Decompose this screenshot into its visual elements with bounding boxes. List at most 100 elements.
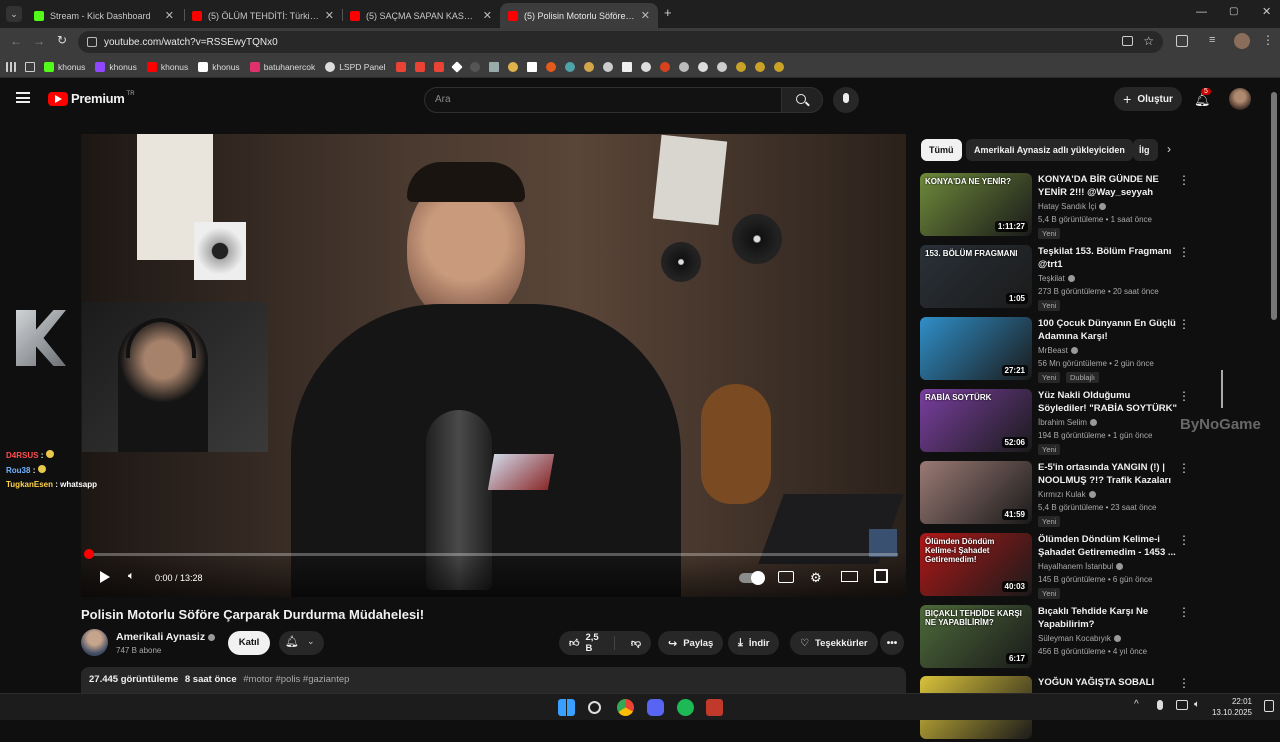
recommendation-channel[interactable]: Hatay Sandık İçi xyxy=(1038,202,1107,211)
bookmark-icon[interactable] xyxy=(640,61,651,72)
settings-gear-icon[interactable]: ⚙︎ xyxy=(810,570,822,586)
gmail-icon[interactable] xyxy=(414,61,425,72)
bookmark-lspd[interactable]: LSPD Panel xyxy=(325,61,386,72)
bookmark-icon[interactable] xyxy=(545,61,556,72)
channel-name[interactable]: Amerikali Aynasiz xyxy=(116,631,216,643)
diamond-icon[interactable] xyxy=(450,60,463,73)
video-thumbnail[interactable]: 27:21 xyxy=(920,317,1032,380)
mic-tray-icon[interactable] xyxy=(1157,700,1163,710)
recommendation-title[interactable]: 100 Çocuk Dünyanın En Güçlü Adamına Karş… xyxy=(1038,317,1178,343)
bookmark-icon[interactable] xyxy=(697,61,708,72)
more-vertical-icon[interactable]: ⋮ xyxy=(1178,245,1190,259)
back-icon[interactable]: ← xyxy=(10,34,22,48)
join-button[interactable]: Katıl xyxy=(228,631,270,655)
browser-tab-polisin[interactable]: (5) Polisin Motorlu Söföre Çarpa ✕ xyxy=(500,3,658,28)
tray-chevron-icon[interactable]: ^ xyxy=(1134,699,1139,710)
video-thumbnail[interactable]: BIÇAKLI TEHDİDE KARŞI NE YAPABİLİRİM? 6:1… xyxy=(920,605,1032,668)
search-button[interactable] xyxy=(781,87,823,113)
autoplay-toggle[interactable] xyxy=(739,571,765,585)
chip-from-uploader[interactable]: Amerikali Aynasiz adlı yükleyiciden xyxy=(966,139,1133,161)
account-avatar[interactable] xyxy=(1229,88,1251,110)
progress-knob[interactable] xyxy=(84,549,94,559)
bookmark-khonus-twitch[interactable]: khonus xyxy=(95,61,137,72)
recommendation-channel[interactable]: Süleyman Kocabıyık xyxy=(1038,634,1121,643)
video-thumbnail[interactable]: RABİA SOYTÜRK 52:06 xyxy=(920,389,1032,452)
recommendation-title[interactable]: Bıçaklı Tehdide Karşı Ne Yapabilirim? xyxy=(1038,605,1178,631)
progress-bar[interactable] xyxy=(84,549,898,559)
bookmark-icon[interactable] xyxy=(754,61,765,72)
profile-avatar[interactable] xyxy=(1234,33,1250,49)
sheet-icon[interactable] xyxy=(488,61,499,72)
spotify-icon[interactable] xyxy=(677,699,694,716)
download-button[interactable]: ⤓ İndir xyxy=(728,631,780,655)
system-clock[interactable]: 22:01 13.10.2025 xyxy=(1212,696,1252,718)
bookmark-khonus-kick[interactable]: khonus xyxy=(44,61,85,72)
bookmark-icon[interactable] xyxy=(583,61,594,72)
bookmark-khonus-youtube[interactable]: khonus xyxy=(146,61,188,72)
gmail-icon[interactable] xyxy=(395,61,406,72)
recommendation-title[interactable]: Teşkilat 153. Bölüm Fragmanı @trt1 xyxy=(1038,245,1178,271)
volume-icon[interactable]: 🔈︎ xyxy=(128,570,135,583)
notification-center-icon[interactable] xyxy=(1264,700,1274,712)
subtitles-icon[interactable] xyxy=(778,571,794,583)
search-input[interactable]: Ara xyxy=(424,87,782,113)
close-icon[interactable]: ✕ xyxy=(483,9,492,22)
tab-search-button[interactable]: ⌄ xyxy=(6,6,22,22)
sidebar-scrollbar[interactable] xyxy=(1221,370,1223,408)
close-icon[interactable]: ✕ xyxy=(325,9,334,22)
browser-tab-olum[interactable]: (5) ÖLÜM TEHDİTİ: Türkiye'de Y ✕ xyxy=(184,3,342,28)
recommendation-title[interactable]: Yüz Nakli Olduğumu Söylediler! "RABİA SO… xyxy=(1038,389,1178,416)
video-thumbnail[interactable]: 41:59 xyxy=(920,461,1032,524)
thanks-button[interactable]: ♡ Teşekkürler xyxy=(790,631,878,655)
recommendation-title[interactable]: KONYA'DA BİR GÜNDE NE YENİR 2!!! @Way_se… xyxy=(1038,173,1178,199)
install-icon[interactable] xyxy=(1122,36,1133,46)
close-icon[interactable]: ✕ xyxy=(165,9,174,22)
recommendation-title[interactable]: YOĞUN YAĞIŞTA SOBALI xyxy=(1038,676,1178,689)
recommendation-channel[interactable]: Hayalhanem İstanbul xyxy=(1038,562,1124,571)
bookmark-icon[interactable] xyxy=(507,61,518,72)
url-bar[interactable]: youtube.com/watch?v=RSSEwyTQNx0 ☆ xyxy=(78,31,1163,53)
recommendation-card[interactable]: 153. BÖLÜM FRAGMANI 1:05 Teşkilat 153. Böl… xyxy=(920,245,1270,311)
app-icon[interactable] xyxy=(706,699,723,716)
media-control-icon[interactable]: ≡ xyxy=(1209,34,1215,46)
bookmark-khonus-x[interactable]: khonus xyxy=(198,61,240,72)
page-scrollbar[interactable] xyxy=(1271,92,1277,320)
bookmark-icon[interactable] xyxy=(621,61,632,72)
more-actions-button[interactable]: ••• xyxy=(880,631,904,655)
voice-search-button[interactable] xyxy=(833,87,859,113)
recommendation-card[interactable]: KONYA'DA NE YENİR? 1:11:27 KONYA'DA BİR GÜ… xyxy=(920,173,1270,239)
video-thumbnail[interactable]: KONYA'DA NE YENİR? 1:11:27 xyxy=(920,173,1032,236)
forward-icon[interactable]: → xyxy=(33,34,45,48)
description-box[interactable]: 27.445 görüntüleme 8 saat önce #motor #p… xyxy=(81,667,906,693)
wifi-icon[interactable] xyxy=(1176,700,1188,710)
site-info-icon[interactable] xyxy=(87,37,97,47)
folder-icon[interactable] xyxy=(25,61,35,72)
close-window-icon[interactable]: ✕ xyxy=(1262,5,1271,18)
bookmark-icon[interactable] xyxy=(602,61,613,72)
browser-tab-kick[interactable]: Stream - Kick Dashboard ✕ xyxy=(26,3,182,28)
bookmark-icon[interactable] xyxy=(564,61,575,72)
like-button[interactable]: 👍︎ 2,5 B xyxy=(559,632,615,654)
play-button[interactable] xyxy=(100,571,110,583)
new-tab-button[interactable]: + xyxy=(664,5,672,20)
bookmark-star-icon[interactable]: ☆ xyxy=(1143,34,1154,48)
bookmark-icon[interactable] xyxy=(526,61,537,72)
minimize-icon[interactable]: — xyxy=(1196,6,1207,18)
bookmark-icon[interactable] xyxy=(659,61,670,72)
bookmark-icon[interactable] xyxy=(678,61,689,72)
search-icon[interactable] xyxy=(588,701,601,714)
recommendation-title[interactable]: E-5'in ortasında YANGIN (!) | NOOLMUŞ ?!… xyxy=(1038,461,1178,488)
notifications-button[interactable]: 🔔︎ 5 xyxy=(1194,88,1211,109)
more-vertical-icon[interactable]: ⋮ xyxy=(1178,389,1190,403)
browser-menu-icon[interactable]: ⋮ xyxy=(1262,33,1274,47)
more-vertical-icon[interactable]: ⋮ xyxy=(1178,676,1190,690)
maximize-icon[interactable]: ▢ xyxy=(1229,6,1238,17)
extensions-icon[interactable] xyxy=(1176,35,1188,47)
chevron-right-icon[interactable]: › xyxy=(1167,142,1171,156)
share-button[interactable]: ↪ Paylaş xyxy=(658,631,724,655)
recommendation-channel[interactable]: Teşkilat xyxy=(1038,274,1075,283)
hamburger-menu-icon[interactable] xyxy=(16,92,30,103)
recommendation-title[interactable]: Ölümden Döndüm Kelime-i Şahadet Getireme… xyxy=(1038,533,1178,559)
apps-icon[interactable] xyxy=(6,61,16,72)
discord-icon[interactable] xyxy=(647,699,664,716)
